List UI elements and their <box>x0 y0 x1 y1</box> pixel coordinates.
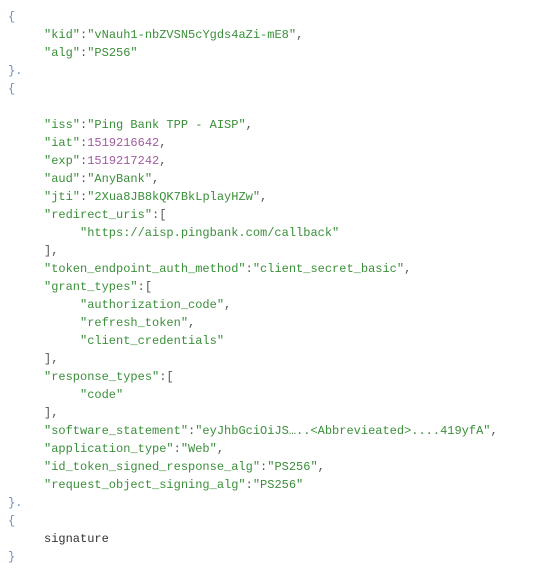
brace-open: { <box>8 10 15 24</box>
id-token-alg-value: "PS256" <box>267 460 317 474</box>
jti-value: "2Xua8JB8kQK7BkLplayHZw" <box>87 190 260 204</box>
application-type-value: "Web" <box>181 442 217 456</box>
exp-key: "exp" <box>44 154 80 168</box>
redirect-uris-0: "https://aisp.pingbank.com/callback" <box>80 226 339 240</box>
team-key: "token_endpoint_auth_method" <box>44 262 246 276</box>
brace-open: { <box>8 82 15 96</box>
aud-key: "aud" <box>44 172 80 186</box>
grant-types-0: "authorization_code" <box>80 298 224 312</box>
team-value: "client_secret_basic" <box>253 262 404 276</box>
grant-types-2: "client_credentials" <box>80 334 224 348</box>
id-token-alg-key: "id_token_signed_response_alg" <box>44 460 260 474</box>
iss-key: "iss" <box>44 118 80 132</box>
request-object-alg-key: "request_object_signing_alg" <box>44 478 246 492</box>
aud-value: "AnyBank" <box>87 172 152 186</box>
software-statement-key: "software_statement" <box>44 424 188 438</box>
alg-value: "PS256" <box>87 46 137 60</box>
kid-value: "vNauh1-nbZVSN5cYgds4aZi-mE8" <box>87 28 296 42</box>
application-type-key: "application_type" <box>44 442 174 456</box>
response-types-0: "code" <box>80 388 123 402</box>
grant-types-key: "grant_types" <box>44 280 138 294</box>
iss-value: "Ping Bank TPP - AISP" <box>87 118 245 132</box>
brace-close-dot: }. <box>8 64 22 78</box>
iat-value: 1519216642 <box>87 136 159 150</box>
brace-close-dot: }. <box>8 496 22 510</box>
brace-open: { <box>8 514 15 528</box>
iat-key: "iat" <box>44 136 80 150</box>
response-types-key: "response_types" <box>44 370 159 384</box>
kid-key: "kid" <box>44 28 80 42</box>
alg-key: "alg" <box>44 46 80 60</box>
signature-label: signature <box>44 532 109 546</box>
brace-close: } <box>8 550 15 564</box>
exp-value: 1519217242 <box>87 154 159 168</box>
jti-key: "jti" <box>44 190 80 204</box>
jwt-code-block: { "kid":"vNauh1-nbZVSN5cYgds4aZi-mE8", "… <box>8 8 534 566</box>
grant-types-1: "refresh_token" <box>80 316 188 330</box>
request-object-alg-value: "PS256" <box>253 478 303 492</box>
redirect-uris-key: "redirect_uris" <box>44 208 152 222</box>
software-statement-value: "eyJhbGciOiJS…..<Abbrevieated>....419yfA… <box>195 424 490 438</box>
